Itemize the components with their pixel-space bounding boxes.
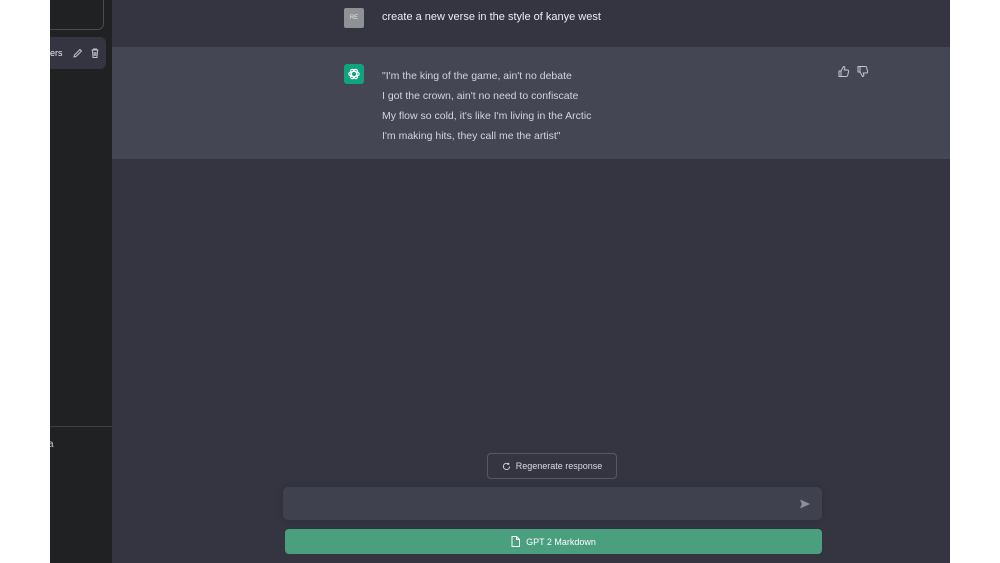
openai-logo-icon (348, 68, 360, 80)
trash-icon[interactable] (89, 47, 101, 59)
refresh-icon (502, 462, 510, 470)
user-message-row: RE create a new verse in the style of ka… (112, 0, 950, 48)
sidebar-bottom-label[interactable]: a (50, 439, 54, 450)
assistant-line: I'm making hits, they call me the artist… (382, 130, 561, 142)
sidebar: ers a (50, 0, 112, 563)
user-message: create a new verse in the style of kanye… (382, 11, 601, 23)
gpt-2-markdown-label: GPT 2 Markdown (526, 536, 596, 547)
user-avatar: RE (344, 8, 364, 28)
assistant-line: I got the crown, ain't no need to confis… (382, 90, 579, 102)
document-icon (511, 536, 521, 547)
regenerate-response-button[interactable]: Regenerate response (487, 453, 617, 479)
gpt-2-markdown-button[interactable]: GPT 2 Markdown (285, 529, 822, 554)
assistant-line: "I'm the king of the game, ain't no deba… (382, 70, 572, 82)
send-icon[interactable] (799, 498, 811, 510)
message-input-box (283, 487, 822, 520)
message-input[interactable] (295, 493, 789, 515)
sidebar-conversation-item[interactable]: ers (50, 37, 106, 69)
app-window: ers a RE create a new verse in the style… (50, 0, 950, 563)
user-avatar-text: RE (349, 15, 359, 21)
thumbs-down-icon[interactable] (856, 65, 869, 78)
sidebar-divider (50, 426, 112, 427)
assistant-message: "I'm the king of the game, ain't no deba… (382, 66, 591, 146)
new-chat-button[interactable] (50, 0, 104, 30)
assistant-avatar (344, 64, 364, 84)
conversation-title: ers (50, 48, 63, 58)
regenerate-response-label: Regenerate response (515, 461, 603, 471)
assistant-line: My flow so cold, it's like I'm living in… (382, 110, 592, 122)
assistant-message-row: "I'm the king of the game, ain't no deba… (112, 47, 950, 159)
pencil-icon[interactable] (72, 47, 84, 59)
thumbs-up-icon[interactable] (837, 65, 850, 78)
